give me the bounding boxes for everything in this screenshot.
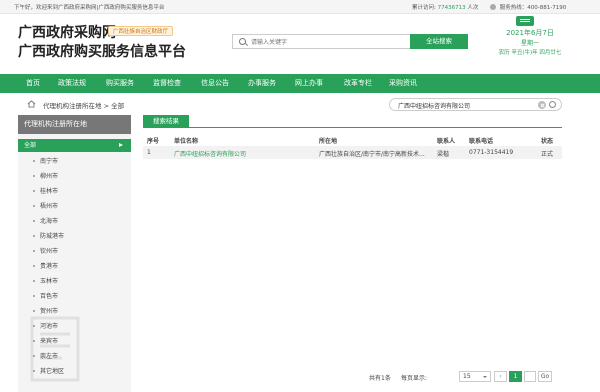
sidebar-item-qinzhou[interactable]: 钦州市	[18, 245, 131, 258]
bullet-icon	[33, 160, 35, 162]
bullet-icon	[33, 265, 35, 267]
search-icon	[239, 38, 246, 45]
nav-item-policy[interactable]: 政策法规	[58, 74, 86, 93]
lunar-date-text: 农历 辛丑(牛)年 四月廿七	[498, 50, 562, 56]
agency-search-box[interactable]	[389, 98, 562, 111]
top-bar: 下午好，欢迎来到广西政府采购网|广西政府购买服务信息平台 累计访问: 77436…	[0, 0, 600, 14]
sidebar-item-beihai[interactable]: 北海市	[18, 215, 131, 228]
cell-seq: 1	[147, 149, 151, 156]
sidebar-item-label: 北海市	[40, 218, 59, 225]
cell-phone: 0771-3154419	[469, 149, 514, 156]
nav-item-services[interactable]: 购买服务	[106, 74, 134, 93]
site-search-button[interactable]: 全站搜索	[410, 34, 468, 49]
total-count: 共有1条	[369, 375, 391, 382]
sidebar-item-nanning[interactable]: 南宁市	[18, 155, 131, 168]
bullet-icon	[33, 190, 35, 192]
greeting-text: 下午好，欢迎来到广西政府采购网|广西政府购买服务信息平台	[14, 5, 165, 11]
cell-status: 正式	[541, 151, 554, 158]
site-search-input[interactable]	[251, 37, 401, 47]
sidebar-item-guilin[interactable]: 桂林市	[18, 185, 131, 198]
arrow-right-icon	[119, 143, 123, 147]
site-tag: 广西壮族自治区财政厅	[108, 26, 174, 36]
sidebar-item-label: 柳州市	[40, 173, 59, 180]
sidebar-item-label: 梧州市	[40, 203, 59, 210]
divider	[143, 127, 562, 128]
sidebar-item-label: 防城港市	[40, 233, 65, 240]
sidebar-item-label: 桂林市	[40, 188, 59, 195]
go-button[interactable]: Go	[538, 371, 552, 382]
tab-search-results[interactable]: 搜索结果	[143, 115, 189, 127]
sidebar-item-wuzhou[interactable]: 梧州市	[18, 200, 131, 213]
bullet-icon	[33, 235, 35, 237]
per-page-label: 每页显示:	[401, 375, 428, 382]
cell-contact: 梁楷	[437, 151, 450, 158]
nav-item-online[interactable]: 网上办事	[295, 74, 323, 93]
home-icon[interactable]	[27, 100, 36, 108]
col-header-unit: 单位名称	[174, 138, 199, 145]
header: 广西政府采购网 广西壮族自治区财政厅 广西政府购买服务信息平台 全站搜索 202…	[0, 14, 600, 72]
agency-search-input[interactable]	[398, 101, 538, 109]
cell-unit-link[interactable]: 广西中纽招标咨询有限公司	[174, 149, 246, 159]
sidebar-item-all[interactable]: 全部	[18, 139, 131, 152]
weekday-text: 星期一	[520, 40, 539, 47]
page-1-button[interactable]: 1	[509, 371, 522, 382]
sidebar-item-fangchenggang[interactable]: 防城港市	[18, 230, 131, 243]
sidebar-item-label: 全部	[24, 142, 37, 149]
nav-item-supervision[interactable]: 监督检查	[153, 74, 181, 93]
per-page-select[interactable]: 15	[459, 371, 491, 382]
visit-unit: 人次	[467, 5, 479, 11]
col-header-phone: 联系电话	[469, 138, 494, 145]
main-nav: 首页 政策法规 购买服务 监督检查 信息公告 办事服务 网上办事 改革专栏 采购…	[0, 74, 600, 93]
hotline-text: 服务热线：400-881-7190	[499, 5, 567, 11]
col-header-status: 状态	[541, 138, 554, 145]
clear-icon[interactable]	[538, 101, 546, 109]
nav-item-home[interactable]: 首页	[26, 74, 40, 93]
site-subtitle[interactable]: 广西政府购买服务信息平台	[18, 41, 186, 61]
nav-item-news[interactable]: 采购资讯	[389, 74, 417, 93]
bullet-icon	[33, 175, 35, 177]
nav-item-affairs[interactable]: 办事服务	[248, 74, 276, 93]
sidebar-item-label: 玉林市	[40, 278, 59, 285]
hotline: 服务热线：400-881-7190	[490, 3, 566, 11]
visit-count: 77436713	[437, 5, 466, 11]
sidebar-item-baise[interactable]: 百色市	[18, 290, 131, 303]
prev-page-button[interactable]: ‹	[494, 371, 507, 382]
goto-page-input[interactable]	[524, 371, 536, 382]
bullet-icon	[33, 295, 35, 297]
per-page-value: 15	[463, 373, 471, 380]
site-search-box[interactable]	[232, 34, 410, 49]
col-header-contact: 联系人	[437, 138, 456, 145]
phone-icon	[490, 4, 496, 10]
col-header-seq: 序号	[147, 138, 160, 145]
sidebar-title: 代理机构注册所在地	[18, 115, 131, 134]
col-header-addr: 所在地	[319, 138, 338, 145]
sidebar-item-label: 钦州市	[40, 248, 59, 255]
cell-addr: 广西壮族自治区/南宁市/南宁高新技术...	[319, 151, 425, 158]
sidebar-item-liuzhou[interactable]: 柳州市	[18, 170, 131, 183]
date-text: 2021年6月7日	[506, 29, 554, 37]
visit-label: 累计访问:	[412, 5, 436, 11]
visit-counter: 累计访问: 77436713 人次	[412, 3, 478, 11]
sidebar-item-guigang[interactable]: 贵港市	[18, 260, 131, 273]
sidebar-item-label: 百色市	[40, 293, 59, 300]
document-watermark-icon	[30, 316, 80, 382]
breadcrumb-text[interactable]: 代理机构注册所在地 > 全部	[43, 100, 124, 110]
bullet-icon	[33, 250, 35, 252]
sidebar-item-label: 贵港市	[40, 263, 59, 270]
chevron-down-icon	[483, 376, 487, 378]
bullet-icon	[33, 280, 35, 282]
bullet-icon	[33, 205, 35, 207]
nav-item-reform[interactable]: 改革专栏	[344, 74, 372, 93]
calendar-icon	[516, 16, 534, 26]
date-panel: 2021年6月7日 星期一 农历 辛丑(牛)年 四月廿七	[490, 16, 570, 62]
bullet-icon	[33, 220, 35, 222]
sidebar-item-label: 南宁市	[40, 158, 59, 165]
search-icon[interactable]	[549, 101, 556, 108]
sidebar-item-yulin[interactable]: 玉林市	[18, 275, 131, 288]
site-title[interactable]: 广西政府采购网	[18, 22, 116, 42]
nav-item-notices[interactable]: 信息公告	[201, 74, 229, 93]
